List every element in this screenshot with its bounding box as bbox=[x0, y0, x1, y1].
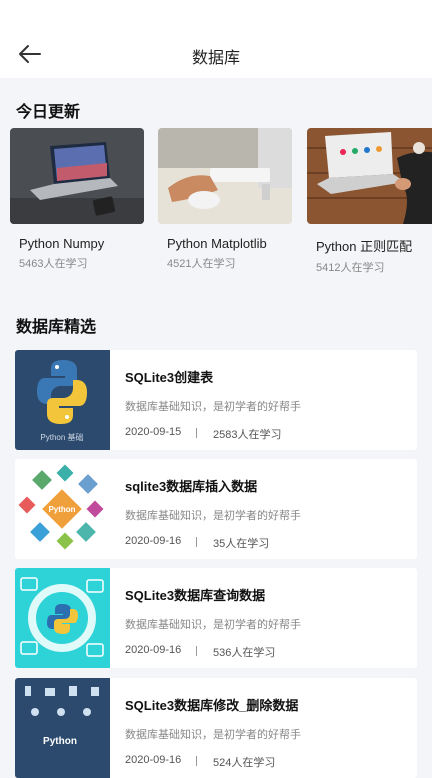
python-icons-thumbnail: Python bbox=[15, 678, 110, 778]
course-title: SQLite3数据库修改_删除数据 bbox=[125, 698, 299, 713]
today-card-learners: 5463人在学习 bbox=[19, 258, 88, 270]
course-title: SQLite3创建表 bbox=[125, 370, 214, 385]
today-card[interactable]: Python Matplotlib 4521人在学习 bbox=[158, 128, 292, 271]
top-app-bar: 数据库 bbox=[0, 0, 432, 78]
course-card[interactable]: Python sqlite3数据库插入数据 数据库基础知识，是初学者的好帮手 2… bbox=[15, 459, 417, 559]
course-date: 2020-09-16 bbox=[125, 754, 182, 766]
course-description: 数据库基础知识，是初学者的好帮手 bbox=[125, 729, 301, 741]
course-date: 2020-09-16 bbox=[125, 644, 182, 656]
today-section-title: 今日更新 bbox=[16, 104, 81, 121]
python-logo-thumbnail: Python 基础 bbox=[15, 350, 110, 450]
desk-photo-thumbnail bbox=[158, 128, 292, 224]
thumb-caption: Python 基础 bbox=[40, 432, 83, 442]
course-learners: 2583人在学习 bbox=[213, 429, 282, 441]
course-description: 数据库基础知识，是初学者的好帮手 bbox=[125, 619, 301, 631]
course-title: SQLite3数据库查询数据 bbox=[125, 588, 266, 603]
meta-divider bbox=[196, 646, 197, 656]
laptop-photo-thumbnail bbox=[10, 128, 144, 224]
meta-divider bbox=[196, 428, 197, 438]
today-carousel[interactable]: Python Numpy 5463人在学习 Python Matplotlib … bbox=[10, 128, 432, 278]
today-card[interactable]: Python Numpy 5463人在学习 bbox=[10, 128, 144, 271]
today-card-learners: 4521人在学习 bbox=[167, 258, 236, 270]
today-card-title: Python Matplotlib bbox=[167, 236, 267, 251]
course-learners: 536人在学习 bbox=[213, 647, 276, 659]
course-card[interactable]: SQLite3数据库查询数据 数据库基础知识，是初学者的好帮手 2020-09-… bbox=[15, 568, 417, 668]
meta-divider bbox=[196, 756, 197, 766]
course-card[interactable]: Python 基础 SQLite3创建表 数据库基础知识，是初学者的好帮手 20… bbox=[15, 350, 417, 450]
course-date: 2020-09-15 bbox=[125, 426, 182, 438]
meta-divider bbox=[196, 537, 197, 547]
page-title: 数据库 bbox=[191, 50, 240, 67]
course-description: 数据库基础知识，是初学者的好帮手 bbox=[125, 510, 301, 522]
today-card-title: Python Numpy bbox=[19, 236, 105, 251]
course-title: sqlite3数据库插入数据 bbox=[125, 479, 258, 494]
laptop-wood-photo-thumbnail bbox=[307, 128, 432, 224]
today-card-title: Python 正则匹配 bbox=[316, 239, 413, 254]
thumb-caption: Python bbox=[48, 505, 75, 514]
python-diamonds-thumbnail: Python bbox=[15, 459, 110, 559]
course-card[interactable]: Python SQLite3数据库修改_删除数据 数据库基础知识，是初学者的好帮… bbox=[15, 678, 417, 778]
course-description: 数据库基础知识，是初学者的好帮手 bbox=[125, 401, 301, 413]
course-date: 2020-09-16 bbox=[125, 535, 182, 547]
course-learners: 35人在学习 bbox=[213, 538, 270, 550]
thumb-caption: Python bbox=[43, 736, 77, 747]
python-teal-thumbnail bbox=[15, 568, 110, 668]
today-card-learners: 5412人在学习 bbox=[316, 262, 385, 274]
featured-section-title: 数据库精选 bbox=[16, 319, 97, 336]
today-card[interactable]: Python 正则匹配 5412人在学习 bbox=[307, 128, 432, 275]
